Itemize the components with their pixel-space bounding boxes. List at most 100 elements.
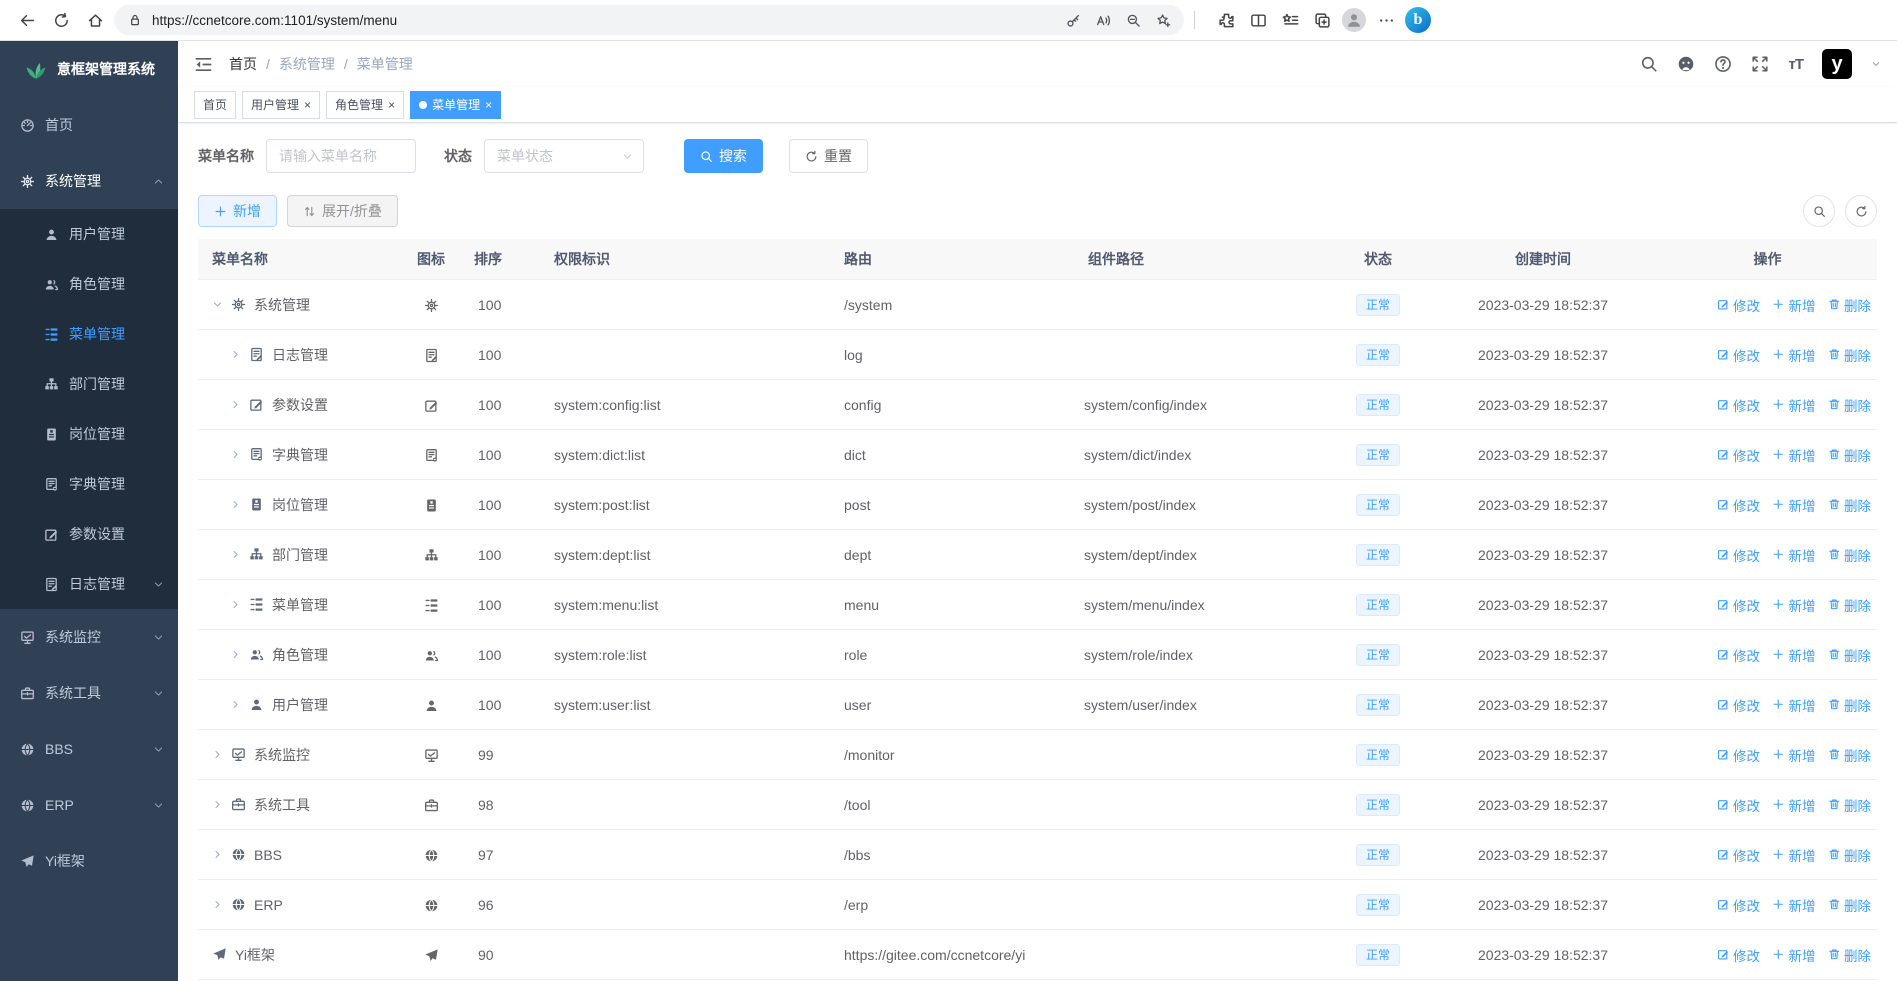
row-delete-action[interactable]: 删除 [1828,745,1871,765]
row-edit-action[interactable]: 修改 [1717,895,1760,915]
favorite-add-icon[interactable] [1150,7,1176,33]
tab-首页[interactable]: 首页 [194,90,237,119]
row-delete-action[interactable]: 删除 [1828,845,1871,865]
close-icon[interactable]: × [388,99,395,111]
browser-home-button[interactable] [80,5,110,35]
browser-more-menu[interactable] [1371,5,1401,35]
row-edit-action[interactable]: 修改 [1717,345,1760,365]
show-search-toggle-button[interactable] [1803,195,1835,227]
browser-back-button[interactable] [12,5,42,35]
breadcrumb-system[interactable]: 系统管理 [279,54,335,74]
row-delete-action[interactable]: 删除 [1828,345,1871,365]
row-add-action[interactable]: 新增 [1772,645,1816,665]
row-edit-action[interactable]: 修改 [1717,445,1760,465]
row-edit-action[interactable]: 修改 [1717,645,1760,665]
row-edit-action[interactable]: 修改 [1717,395,1760,415]
font-size-icon[interactable]: тT [1788,56,1803,73]
row-add-action[interactable]: 新增 [1772,595,1816,615]
sidebar-item-role[interactable]: 角色管理 [0,259,178,309]
tab-用户管理[interactable]: 用户管理 × [242,90,321,119]
tab-角色管理[interactable]: 角色管理 × [326,90,405,119]
reset-button[interactable]: 重置 [789,139,868,173]
collections-icon[interactable] [1307,5,1337,35]
row-edit-action[interactable]: 修改 [1717,295,1760,315]
row-edit-action[interactable]: 修改 [1717,795,1760,815]
browser-profile-avatar[interactable] [1339,5,1369,35]
row-add-action[interactable]: 新增 [1772,945,1816,965]
help-icon[interactable] [1714,55,1732,73]
row-add-action[interactable]: 新增 [1772,895,1816,915]
row-expand-caret[interactable] [212,799,223,810]
row-expand-caret[interactable] [212,299,223,310]
sidebar-item-config[interactable]: 参数设置 [0,509,178,559]
row-expand-caret[interactable] [212,749,223,760]
row-edit-action[interactable]: 修改 [1717,595,1760,615]
row-delete-action[interactable]: 删除 [1828,645,1871,665]
sidebar-item-post[interactable]: 岗位管理 [0,409,178,459]
row-expand-caret[interactable] [230,499,241,510]
browser-reload-button[interactable] [46,5,76,35]
sidebar-item-yi[interactable]: Yi框架 [0,833,178,889]
sidebar-item-erp[interactable]: ERP [0,777,178,833]
row-delete-action[interactable]: 删除 [1828,445,1871,465]
row-add-action[interactable]: 新增 [1772,695,1816,715]
menu-name-input[interactable] [266,139,416,173]
row-expand-caret[interactable] [230,649,241,660]
url-text[interactable]: https://ccnetcore.com:1101/system/menu [152,13,1052,28]
sidebar-item-menu[interactable]: 菜单管理 [0,309,178,359]
row-delete-action[interactable]: 删除 [1828,595,1871,615]
row-delete-action[interactable]: 删除 [1828,395,1871,415]
row-delete-action[interactable]: 删除 [1828,795,1871,815]
row-add-action[interactable]: 新增 [1772,495,1816,515]
sidebar-item-dict[interactable]: 字典管理 [0,459,178,509]
read-aloud-icon[interactable] [1090,7,1116,33]
add-button[interactable]: 新增 [198,195,277,227]
row-delete-action[interactable]: 删除 [1828,895,1871,915]
sidebar-logo[interactable]: 意框架管理系统 [0,41,178,97]
row-expand-caret[interactable] [212,899,223,910]
split-screen-icon[interactable] [1243,5,1273,35]
ssl-lock-icon[interactable] [126,11,144,29]
row-delete-action[interactable]: 删除 [1828,545,1871,565]
row-add-action[interactable]: 新增 [1772,845,1816,865]
sidebar-item-home[interactable]: 首页 [0,97,178,153]
sidebar-item-bbs[interactable]: BBS [0,721,178,777]
sidebar-item-monitor[interactable]: 系统监控 [0,609,178,665]
github-icon[interactable] [1677,55,1695,73]
row-edit-action[interactable]: 修改 [1717,495,1760,515]
tab-菜单管理[interactable]: 菜单管理 × [410,90,502,119]
password-key-icon[interactable] [1060,7,1086,33]
breadcrumb-home[interactable]: 首页 [229,54,257,74]
row-expand-caret[interactable] [230,699,241,710]
sidebar-collapse-icon[interactable] [194,55,213,74]
row-delete-action[interactable]: 删除 [1828,495,1871,515]
refresh-table-button[interactable] [1845,195,1877,227]
row-expand-caret[interactable] [230,399,241,410]
close-icon[interactable]: × [304,99,311,111]
row-edit-action[interactable]: 修改 [1717,945,1760,965]
row-expand-caret[interactable] [230,549,241,560]
sidebar-item-dept[interactable]: 部门管理 [0,359,178,409]
row-expand-caret[interactable] [212,849,223,860]
bing-chat-icon[interactable]: b [1403,5,1433,35]
row-add-action[interactable]: 新增 [1772,745,1816,765]
row-delete-action[interactable]: 删除 [1828,695,1871,715]
row-add-action[interactable]: 新增 [1772,545,1816,565]
row-delete-action[interactable]: 删除 [1828,945,1871,965]
sidebar-item-system[interactable]: 系统管理 [0,153,178,209]
close-icon[interactable]: × [485,99,492,111]
extensions-icon[interactable] [1211,5,1241,35]
sidebar-item-user[interactable]: 用户管理 [0,209,178,259]
row-add-action[interactable]: 新增 [1772,295,1816,315]
row-expand-caret[interactable] [230,449,241,460]
row-add-action[interactable]: 新增 [1772,445,1816,465]
sidebar-item-tool[interactable]: 系统工具 [0,665,178,721]
row-add-action[interactable]: 新增 [1772,795,1816,815]
row-expand-caret[interactable] [230,349,241,360]
row-edit-action[interactable]: 修改 [1717,545,1760,565]
fullscreen-icon[interactable] [1751,55,1769,73]
user-avatar[interactable]: y [1822,49,1852,79]
row-edit-action[interactable]: 修改 [1717,745,1760,765]
expand-collapse-button[interactable]: 展开/折叠 [287,195,398,227]
zoom-out-icon[interactable] [1120,7,1146,33]
